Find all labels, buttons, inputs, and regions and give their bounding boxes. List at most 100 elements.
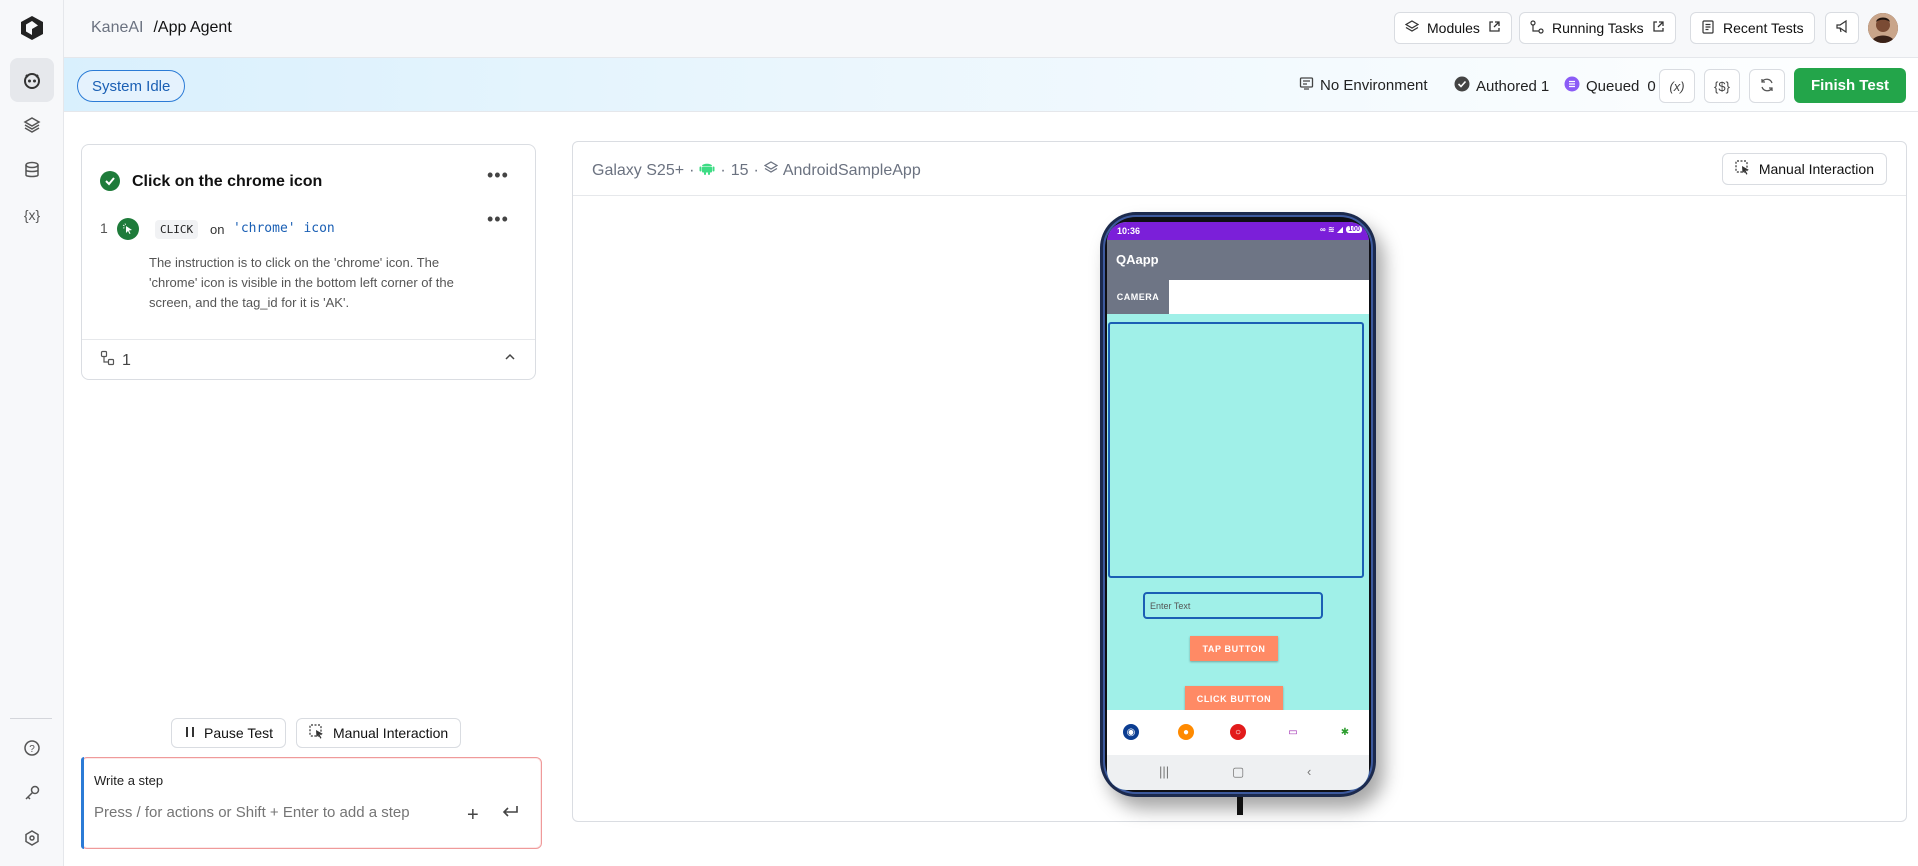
sidebar-agent-icon[interactable] <box>10 58 54 102</box>
tap-button[interactable]: TAP BUTTON <box>1190 636 1278 661</box>
chrome-icon[interactable]: ◉ <box>1123 724 1139 740</box>
manual-interaction-label: Manual Interaction <box>333 725 449 741</box>
signal-icons: ∞ ≋ ◢ <box>1319 225 1343 234</box>
collapse-chevron-icon[interactable] <box>503 350 517 367</box>
step-card-menu-icon[interactable]: ••• <box>487 165 509 186</box>
pause-test-button[interactable]: Pause Test <box>171 718 287 748</box>
external-link-icon <box>1488 20 1501 36</box>
separator-dot: · <box>753 161 759 179</box>
substep-count-value: 1 <box>122 351 131 369</box>
step-composer[interactable]: Write a step + <box>81 757 542 849</box>
click-action-icon <box>117 218 139 240</box>
secrets-button[interactable]: {$} <box>1704 69 1740 103</box>
app-content-area[interactable] <box>1108 322 1364 578</box>
modules-label: Modules <box>1427 20 1480 36</box>
action-preposition: on <box>210 222 225 237</box>
key-icon[interactable] <box>10 771 54 815</box>
authored-number: 1 <box>1540 77 1550 95</box>
sidebar-divider <box>10 718 52 719</box>
device-panel-header: Galaxy S25+ · · 15 · AndroidSampleApp Ma… <box>573 142 1906 196</box>
home-nav-icon[interactable]: ▢ <box>1232 764 1244 780</box>
integrations-icon[interactable] <box>10 816 54 860</box>
camera-tab[interactable]: CAMERA <box>1107 280 1169 314</box>
device-name: Galaxy S25+ <box>592 161 685 179</box>
finish-test-button[interactable]: Finish Test <box>1794 68 1906 103</box>
recent-tests-label: Recent Tests <box>1723 20 1804 36</box>
battery-indicator: 100 <box>1346 226 1362 233</box>
manual-interaction-icon <box>309 723 325 743</box>
enter-icon[interactable] <box>500 804 520 825</box>
app-text-input[interactable]: Enter Text <box>1143 592 1323 619</box>
app-layers-icon <box>763 161 779 180</box>
environment-label: No Environment <box>1320 77 1428 94</box>
authored-count: Authored 1 <box>1454 76 1549 96</box>
step-menu-icon[interactable]: ••• <box>487 209 509 230</box>
sidebar-layers-icon[interactable] <box>10 103 54 147</box>
recent-tests-button[interactable]: Recent Tests <box>1690 12 1815 44</box>
modules-button[interactable]: Modules <box>1394 12 1512 44</box>
separator-dot: · <box>689 161 695 179</box>
firefox-icon[interactable]: ● <box>1178 724 1194 740</box>
device-info: Galaxy S25+ · · 15 · AndroidSampleApp <box>592 160 921 181</box>
monitor-icon[interactable]: ▭ <box>1285 724 1301 740</box>
substep-count[interactable]: 1 <box>100 350 131 371</box>
variables-button[interactable]: (x) <box>1659 69 1695 103</box>
usb-cable <box>1237 797 1243 815</box>
authored-label: Authored <box>1476 77 1537 95</box>
app-dock: ◉ ● ○ ▭ ✱ <box>1107 710 1369 755</box>
step-card-footer: 1 <box>82 339 535 379</box>
sidebar-variables-icon[interactable]: {x} <box>10 193 54 237</box>
document-icon <box>1701 19 1715 37</box>
step-card: Click on the chrome icon ••• 1 CLICK on … <box>81 144 536 380</box>
step-reasoning: The instruction is to click on the 'chro… <box>149 255 454 310</box>
top-header: KaneAI/App Agent Modules Running Tasks R… <box>64 0 1918 58</box>
manual-interaction-icon <box>1735 159 1751 179</box>
environment-icon <box>1299 76 1314 95</box>
step-input[interactable] <box>94 804 454 821</box>
android-nav-bar: ||| ▢ ‹ <box>1107 755 1369 790</box>
breadcrumb: KaneAI/App Agent <box>91 19 232 37</box>
composer-label: Write a step <box>94 773 164 788</box>
device-screen[interactable]: 10:36 ∞ ≋ ◢ 100 QAapp CAMERA Enter Text … <box>1107 222 1369 790</box>
announcements-button[interactable] <box>1825 12 1859 44</box>
add-icon[interactable]: + <box>467 804 479 827</box>
app-title-bar: QAapp <box>1107 240 1369 280</box>
queued-number: 0 <box>1647 77 1656 95</box>
manual-interaction-button[interactable]: Manual Interaction <box>296 718 462 748</box>
external-link-icon <box>1652 20 1665 36</box>
device-manual-interaction-button[interactable]: Manual Interaction <box>1721 153 1887 185</box>
opera-icon[interactable]: ○ <box>1230 724 1246 740</box>
back-nav-icon[interactable]: ‹ <box>1307 764 1311 779</box>
device-manual-interaction-label: Manual Interaction <box>1758 161 1874 177</box>
bug-icon[interactable]: ✱ <box>1337 724 1353 740</box>
pause-icon <box>184 725 196 741</box>
environment-status[interactable]: No Environment <box>1299 76 1428 95</box>
user-avatar[interactable] <box>1868 13 1898 43</box>
substeps-icon <box>100 350 116 371</box>
kaneai-logo-icon[interactable] <box>18 14 46 42</box>
breadcrumb-current: /App Agent <box>153 19 232 36</box>
running-tasks-button[interactable]: Running Tasks <box>1519 12 1676 44</box>
refresh-icon <box>1759 77 1775 96</box>
breadcrumb-root[interactable]: KaneAI <box>91 19 143 36</box>
recents-nav-icon[interactable]: ||| <box>1159 764 1169 779</box>
sidebar-database-icon[interactable] <box>10 148 54 192</box>
branch-icon <box>1530 19 1544 37</box>
system-status-badge: System Idle <box>77 70 186 102</box>
refresh-button[interactable] <box>1749 69 1785 103</box>
sidebar: {x} ? <box>0 0 64 866</box>
separator-dot: · <box>720 161 726 179</box>
help-icon[interactable]: ? <box>10 726 54 770</box>
queued-count: Queued 0 <box>1564 76 1656 96</box>
pause-test-label: Pause Test <box>204 725 274 741</box>
app-tab-row: CAMERA <box>1107 280 1369 314</box>
action-target: 'chrome' icon <box>233 221 335 236</box>
os-version: 15 <box>730 161 749 179</box>
queued-label: Queued <box>1586 77 1640 95</box>
completed-check-icon <box>100 171 120 191</box>
step-title: Click on the chrome icon <box>132 173 323 190</box>
running-tasks-label: Running Tasks <box>1552 20 1644 36</box>
app-title: QAapp <box>1116 252 1159 267</box>
megaphone-icon <box>1835 19 1850 37</box>
click-button[interactable]: CLICK BUTTON <box>1185 686 1283 711</box>
